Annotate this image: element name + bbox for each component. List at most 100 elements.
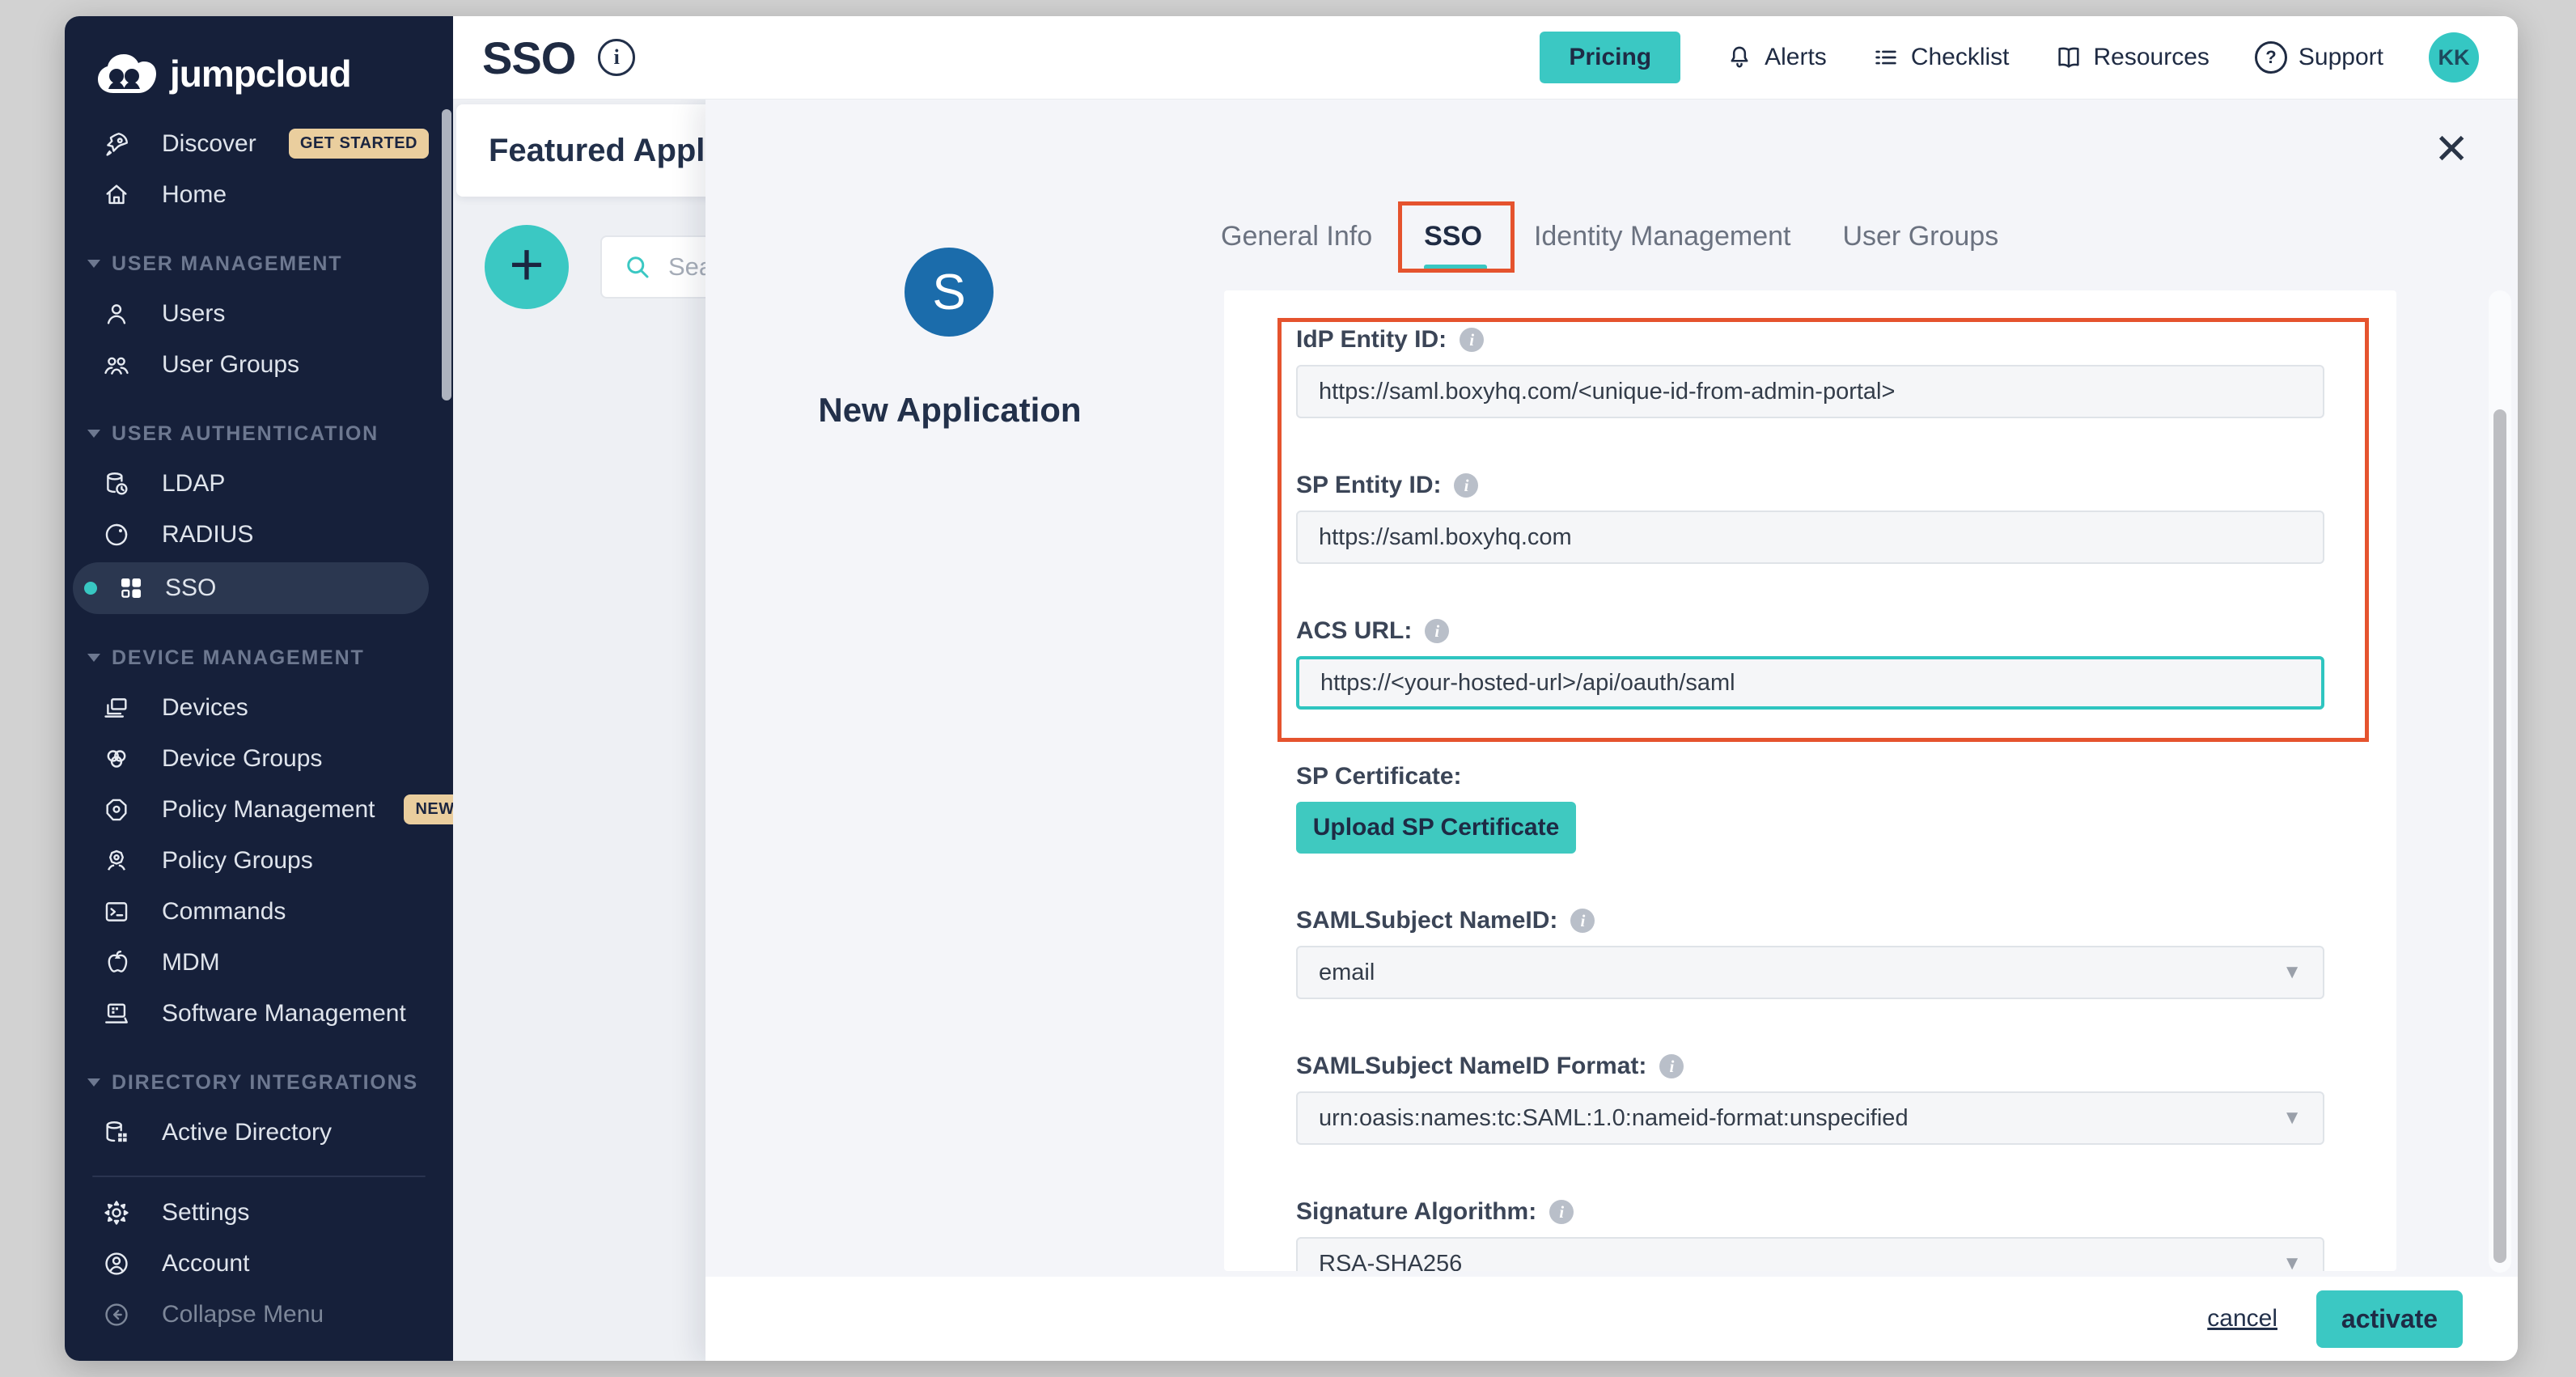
modal-tabs: General Info SSO Identity Management Use… bbox=[1221, 221, 1998, 252]
sidebar-item-sso[interactable]: SSO bbox=[73, 562, 429, 614]
info-icon[interactable]: i bbox=[1460, 328, 1484, 352]
sidebar-item-discover[interactable]: Discover GET STARTED bbox=[65, 118, 453, 169]
sidebar-item-label: Account bbox=[162, 1250, 249, 1277]
venn-icon bbox=[100, 745, 133, 773]
book-icon bbox=[2055, 44, 2082, 71]
acs-url-input[interactable]: https://<your-hosted-url>/api/oauth/saml bbox=[1296, 656, 2324, 710]
sidebar-item-label: Users bbox=[162, 300, 225, 328]
idp-entity-id-input[interactable]: https://saml.boxyhq.com/<unique-id-from-… bbox=[1296, 365, 2324, 418]
policy-icon bbox=[100, 796, 133, 824]
cancel-button[interactable]: cancel bbox=[2207, 1305, 2277, 1333]
sidebar-item-settings[interactable]: Settings bbox=[65, 1187, 453, 1238]
sidebar-item-commands[interactable]: Commands bbox=[65, 886, 453, 937]
sidebar-item-devices[interactable]: Devices bbox=[65, 682, 453, 733]
sidebar-item-mdm[interactable]: MDM bbox=[65, 937, 453, 988]
sidebar-item-policy-groups[interactable]: Policy Groups bbox=[65, 835, 453, 886]
activate-button[interactable]: activate bbox=[2316, 1290, 2463, 1348]
signature-algorithm-value: RSA-SHA256 bbox=[1319, 1251, 1462, 1272]
checklist-label: Checklist bbox=[1911, 44, 2010, 71]
sp-entity-id-input[interactable]: https://saml.boxyhq.com bbox=[1296, 511, 2324, 564]
sidebar-item-label: Policy Groups bbox=[162, 847, 313, 875]
upload-sp-certificate-button[interactable]: Upload SP Certificate bbox=[1296, 802, 1576, 854]
question-circle-icon: ? bbox=[2255, 41, 2287, 74]
support-menu-item[interactable]: ? Support bbox=[2255, 41, 2383, 74]
sidebar-item-radius[interactable]: RADIUS bbox=[65, 509, 453, 560]
alerts-menu-item[interactable]: Alerts bbox=[1726, 44, 1827, 71]
acs-url-group: ACS URL: i https://<your-hosted-url>/api… bbox=[1296, 617, 2324, 710]
info-icon[interactable]: i bbox=[1425, 619, 1449, 643]
top-header: SSO i Pricing Alerts Checklist Resources bbox=[453, 16, 2518, 100]
sp-certificate-group: SP Certificate: Upload SP Certificate bbox=[1296, 763, 2324, 854]
search-icon bbox=[623, 252, 652, 282]
sp-certificate-label: SP Certificate: bbox=[1296, 763, 1462, 790]
home-icon bbox=[100, 181, 133, 209]
sidebar-section-device-management[interactable]: DEVICE MANAGEMENT bbox=[65, 633, 453, 682]
sidebar-section-user-management[interactable]: USER MANAGEMENT bbox=[65, 239, 453, 288]
signature-algorithm-label: Signature Algorithm: bbox=[1296, 1198, 1536, 1226]
resources-menu-item[interactable]: Resources bbox=[2055, 44, 2210, 71]
sidebar-section-directory-integrations[interactable]: DIRECTORY INTEGRATIONS bbox=[65, 1058, 453, 1107]
dropdown-caret-icon: ▼ bbox=[2282, 1252, 2302, 1271]
alerts-label: Alerts bbox=[1765, 44, 1827, 71]
sidebar-item-label: MDM bbox=[162, 949, 220, 977]
info-icon[interactable]: i bbox=[598, 39, 635, 76]
sidebar-item-label: Active Directory bbox=[162, 1119, 332, 1146]
info-icon[interactable]: i bbox=[1659, 1054, 1684, 1078]
application-name: New Application bbox=[748, 391, 1152, 430]
info-icon[interactable]: i bbox=[1570, 909, 1595, 933]
info-icon[interactable]: i bbox=[1454, 473, 1478, 498]
sidebar-item-user-groups[interactable]: User Groups bbox=[65, 339, 453, 390]
bell-icon bbox=[1726, 44, 1753, 71]
apple-icon bbox=[100, 949, 133, 977]
tab-identity-management[interactable]: Identity Management bbox=[1534, 221, 1791, 252]
database-windows-icon bbox=[100, 1119, 133, 1146]
tab-user-groups[interactable]: User Groups bbox=[1842, 221, 1998, 252]
add-application-button[interactable]: + bbox=[485, 225, 569, 309]
dropdown-caret-icon: ▼ bbox=[2282, 961, 2302, 984]
chevron-down-icon bbox=[87, 430, 100, 438]
support-label: Support bbox=[2298, 44, 2383, 71]
avatar[interactable]: KK bbox=[2429, 32, 2479, 83]
sp-entity-id-group: SP Entity ID: i https://saml.boxyhq.com bbox=[1296, 472, 2324, 564]
user-icon bbox=[100, 300, 133, 328]
arrow-left-circle-icon bbox=[100, 1301, 133, 1328]
sidebar-item-label: Policy Management bbox=[162, 796, 375, 824]
info-icon[interactable]: i bbox=[1549, 1200, 1574, 1224]
header-menu: Pricing Alerts Checklist Resources ? bbox=[1540, 32, 2479, 83]
page-title: SSO bbox=[482, 32, 575, 84]
sidebar-item-device-groups[interactable]: Device Groups bbox=[65, 733, 453, 784]
jumpcloud-logo[interactable]: jumpcloud bbox=[65, 16, 453, 118]
sidebar-item-label: Settings bbox=[162, 1199, 249, 1227]
sidebar-scrollbar[interactable] bbox=[442, 109, 451, 400]
nameid-format-group: SAMLSubject NameID Format: i urn:oasis:n… bbox=[1296, 1053, 2324, 1145]
nameid-select[interactable]: email ▼ bbox=[1296, 946, 2324, 999]
chevron-down-icon bbox=[87, 1078, 100, 1087]
terminal-icon bbox=[100, 898, 133, 926]
modal-scrollbar-thumb[interactable] bbox=[2493, 409, 2506, 1263]
sidebar-section-user-authentication[interactable]: USER AUTHENTICATION bbox=[65, 409, 453, 458]
sidebar-divider bbox=[92, 1176, 426, 1177]
sidebar-item-active-directory[interactable]: Active Directory bbox=[65, 1107, 453, 1158]
pricing-button[interactable]: Pricing bbox=[1540, 32, 1680, 83]
sidebar-item-label: Software Management bbox=[162, 1000, 406, 1027]
resources-label: Resources bbox=[2094, 44, 2210, 71]
user-circle-icon bbox=[100, 1250, 133, 1277]
sidebar-section-label: DIRECTORY INTEGRATIONS bbox=[112, 1071, 418, 1095]
tab-sso[interactable]: SSO bbox=[1424, 221, 1482, 252]
sidebar-item-policy-management[interactable]: Policy Management NEW bbox=[65, 784, 453, 835]
sidebar-item-label: Discover bbox=[162, 130, 256, 158]
sidebar-item-collapse-menu[interactable]: Collapse Menu bbox=[65, 1289, 453, 1340]
tab-general-info[interactable]: General Info bbox=[1221, 221, 1372, 252]
sidebar-item-users[interactable]: Users bbox=[65, 288, 453, 339]
grid-icon bbox=[115, 574, 147, 602]
sidebar-item-home[interactable]: Home bbox=[65, 169, 453, 220]
jumpcloud-cloud-icon bbox=[97, 53, 157, 94]
close-icon[interactable]: ✕ bbox=[2434, 129, 2469, 171]
checklist-menu-item[interactable]: Checklist bbox=[1872, 44, 2010, 71]
desktop-frame: jumpcloud Discover GET STARTED Home USER… bbox=[0, 0, 2576, 1377]
sidebar-item-software-management[interactable]: Software Management bbox=[65, 988, 453, 1039]
sidebar-item-ldap[interactable]: LDAP bbox=[65, 458, 453, 509]
sidebar-item-account[interactable]: Account bbox=[65, 1238, 453, 1289]
signature-algorithm-select[interactable]: RSA-SHA256 ▼ bbox=[1296, 1237, 2324, 1271]
nameid-format-select[interactable]: urn:oasis:names:tc:SAML:1.0:nameid-forma… bbox=[1296, 1091, 2324, 1145]
